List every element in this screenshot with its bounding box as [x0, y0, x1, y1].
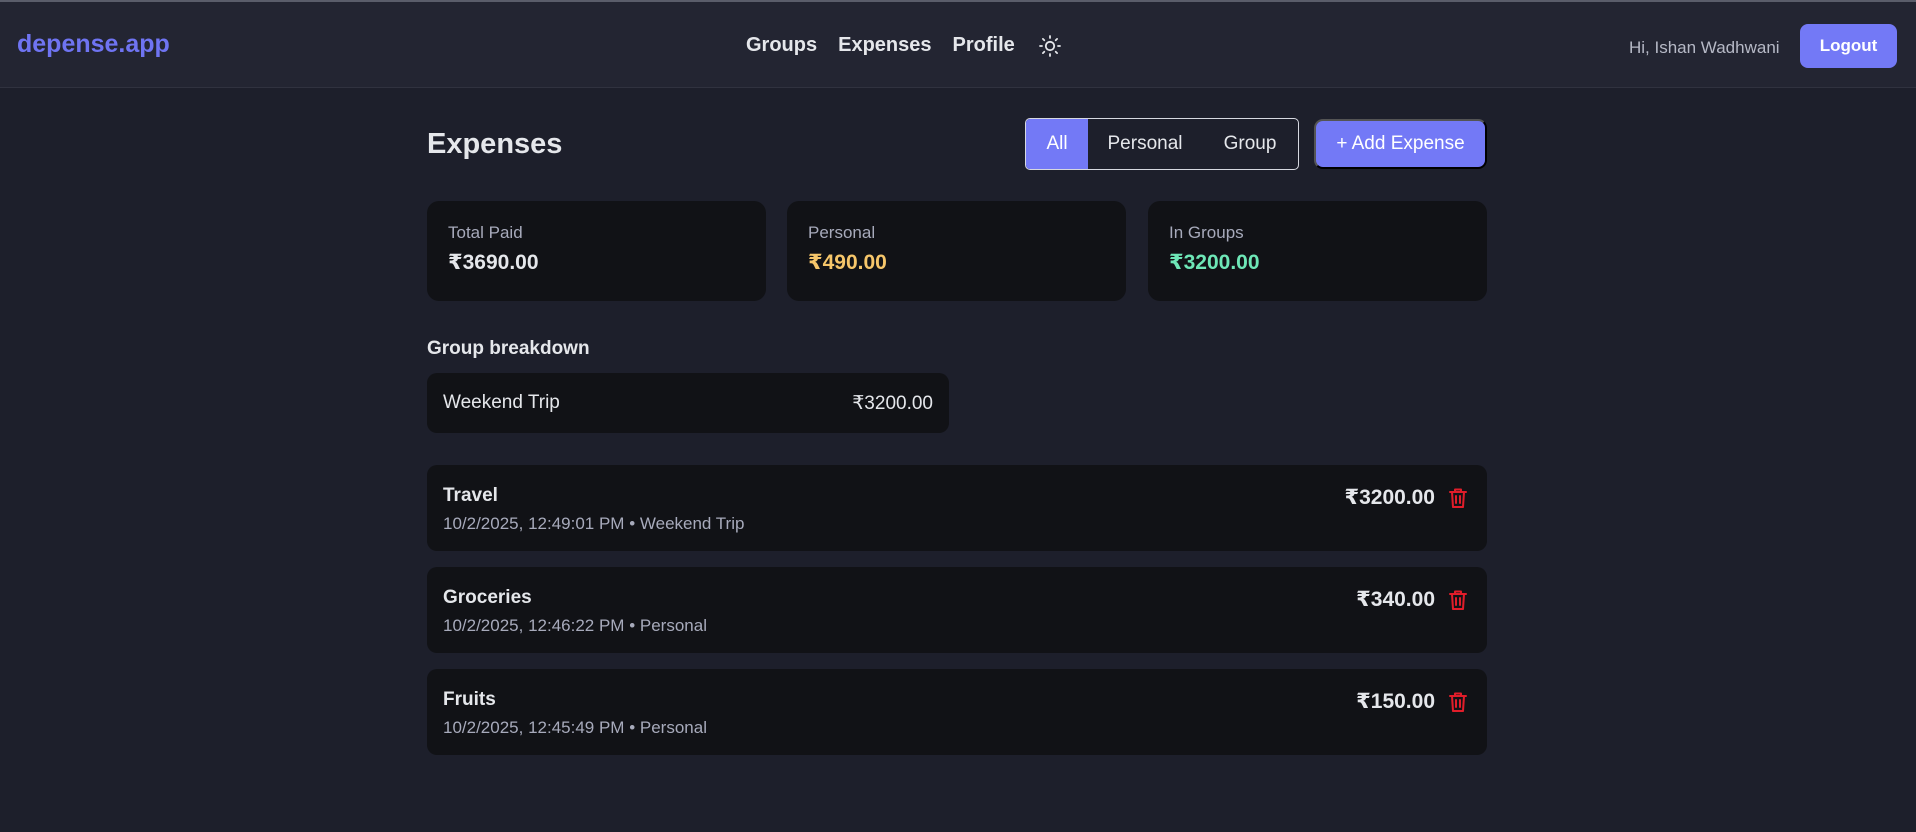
nav-link-expenses[interactable]: Expenses: [838, 34, 931, 57]
group-breakdown-title: Group breakdown: [427, 338, 590, 359]
group-amount: ₹3200.00: [852, 392, 933, 414]
user-greeting: Hi, Ishan Wadhwani: [1629, 38, 1780, 57]
expense-amount: ₹150.00: [1356, 690, 1435, 713]
delete-trash-icon[interactable]: [1447, 690, 1469, 714]
stat-card-total-paid: Total Paid ₹3690.00: [427, 201, 766, 301]
main-nav: Groups Expenses Profile: [746, 32, 1062, 58]
stat-label: In Groups: [1169, 223, 1244, 242]
expense-title: Fruits: [443, 689, 496, 710]
top-navbar: depense.app Groups Expenses Profile Hi, …: [0, 2, 1916, 88]
filter-personal-button[interactable]: Personal: [1088, 119, 1202, 169]
filter-all-button[interactable]: All: [1026, 119, 1088, 169]
logout-button[interactable]: Logout: [1800, 24, 1897, 68]
page-title: Expenses: [427, 128, 563, 160]
group-name: Weekend Trip: [443, 392, 560, 413]
stat-value: ₹3200.00: [1169, 251, 1260, 274]
group-breakdown-row[interactable]: Weekend Trip ₹3200.00: [427, 373, 949, 433]
expense-amount: ₹340.00: [1356, 588, 1435, 611]
expense-amount: ₹3200.00: [1344, 486, 1435, 509]
nav-link-profile[interactable]: Profile: [953, 34, 1015, 57]
stat-value: ₹3690.00: [448, 251, 539, 274]
stat-label: Total Paid: [448, 223, 523, 242]
stat-value: ₹490.00: [808, 251, 887, 274]
nav-link-groups[interactable]: Groups: [746, 34, 817, 57]
expense-row[interactable]: Fruits 10/2/2025, 12:45:49 PM • Personal…: [427, 669, 1487, 755]
stat-label: Personal: [808, 223, 876, 242]
expense-title: Groceries: [443, 587, 532, 608]
expense-meta: 10/2/2025, 12:45:49 PM • Personal: [443, 718, 707, 737]
expense-filter-toggle: All Personal Group: [1025, 118, 1299, 170]
expense-meta: 10/2/2025, 12:46:22 PM • Personal: [443, 616, 707, 635]
expense-row[interactable]: Groceries 10/2/2025, 12:46:22 PM • Perso…: [427, 567, 1487, 653]
brand-logo[interactable]: depense.app: [17, 30, 170, 59]
delete-trash-icon[interactable]: [1447, 588, 1469, 612]
filter-group-button[interactable]: Group: [1202, 119, 1298, 169]
expense-meta: 10/2/2025, 12:49:01 PM • Weekend Trip: [443, 514, 745, 533]
expense-title: Travel: [443, 485, 498, 506]
stat-card-in-groups: In Groups ₹3200.00: [1148, 201, 1487, 301]
delete-trash-icon[interactable]: [1447, 486, 1469, 510]
stat-card-personal: Personal ₹490.00: [787, 201, 1126, 301]
expense-row[interactable]: Travel 10/2/2025, 12:49:01 PM • Weekend …: [427, 465, 1487, 551]
add-expense-button[interactable]: + Add Expense: [1314, 119, 1487, 169]
sun-icon[interactable]: [1038, 34, 1062, 58]
